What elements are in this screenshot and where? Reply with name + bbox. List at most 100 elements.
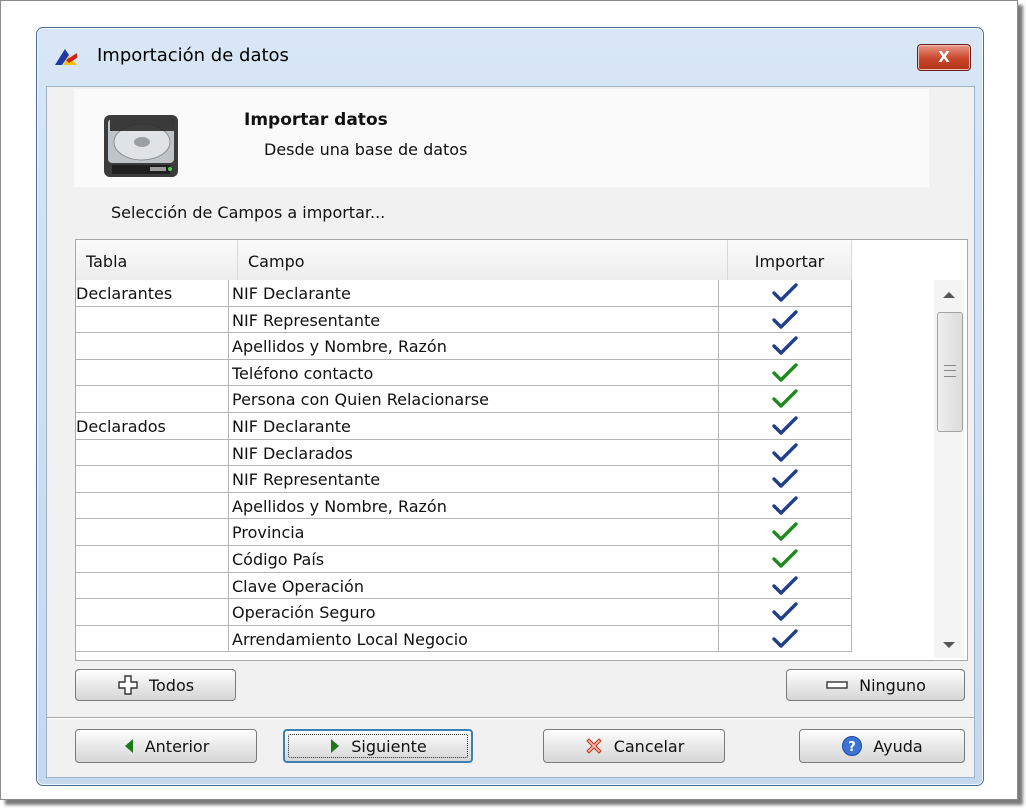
import-dialog: Importación de datos X Importar datos De… xyxy=(36,27,984,786)
cancel-x-icon xyxy=(585,738,602,754)
checkmark-icon[interactable] xyxy=(771,495,799,517)
cell-campo: Apellidos y Nombre, Razón xyxy=(229,333,719,360)
table-row[interactable]: NIF Declarados xyxy=(76,439,852,467)
table-row[interactable]: Persona con Quien Relacionarse xyxy=(76,386,852,413)
cell-campo: Código País xyxy=(229,545,719,573)
help-icon: ? xyxy=(842,736,863,756)
cell-tabla xyxy=(76,333,229,360)
fields-table: Tabla Campo Importar Declarantes NIF Decl… xyxy=(75,239,968,661)
checkmark-icon[interactable] xyxy=(771,309,799,331)
table-row[interactable]: Apellidos y Nombre, Razón xyxy=(76,492,852,520)
checkmark-icon[interactable] xyxy=(771,282,799,304)
checkmark-icon[interactable] xyxy=(771,442,799,464)
cell-campo: Apellidos y Nombre, Razón xyxy=(229,492,719,520)
wizard-header: Importar datos Desde una base de datos xyxy=(74,89,929,187)
checkmark-icon[interactable] xyxy=(771,415,799,437)
cell-importar[interactable] xyxy=(719,545,852,573)
cancel-button[interactable]: Cancelar xyxy=(543,729,725,763)
column-header-tabla[interactable]: Tabla xyxy=(76,240,238,280)
table-row[interactable]: Apellidos y Nombre, Razón xyxy=(76,333,852,360)
cell-tabla xyxy=(76,386,229,413)
checkmark-icon[interactable] xyxy=(771,521,799,543)
header-subtitle: Desde una base de datos xyxy=(264,140,468,159)
table-row[interactable]: Arrendamiento Local Negocio xyxy=(76,625,852,653)
cell-tabla xyxy=(76,625,229,653)
checkmark-icon[interactable] xyxy=(771,388,799,410)
cell-tabla xyxy=(76,359,229,387)
arrow-right-icon xyxy=(331,739,340,753)
cell-campo: Teléfono contacto xyxy=(229,359,719,387)
cell-campo: Clave Operación xyxy=(229,572,719,600)
help-button[interactable]: ? Ayuda xyxy=(799,729,965,763)
checkmark-icon[interactable] xyxy=(771,601,799,623)
app-logo-icon xyxy=(55,49,77,65)
window-title: Importación de datos xyxy=(97,45,289,66)
cell-importar[interactable] xyxy=(719,492,852,520)
table-header: Tabla Campo Importar xyxy=(76,240,852,280)
select-none-button[interactable]: Ninguno xyxy=(786,669,965,701)
cell-importar[interactable] xyxy=(719,306,852,334)
select-all-label: Todos xyxy=(148,675,195,695)
cell-tabla: Declarantes xyxy=(76,280,229,307)
remove-icon xyxy=(826,681,848,689)
separator xyxy=(47,717,974,719)
checkmark-icon[interactable] xyxy=(771,628,799,650)
column-header-campo[interactable]: Campo xyxy=(238,240,728,280)
table-row[interactable]: Declarados NIF Declarante xyxy=(76,412,852,440)
next-label: Siguiente xyxy=(351,736,427,756)
help-label: Ayuda xyxy=(873,736,923,756)
cell-importar[interactable] xyxy=(719,280,852,307)
cell-campo: Persona con Quien Relacionarse xyxy=(229,386,719,413)
table-row[interactable]: Teléfono contacto xyxy=(76,359,852,387)
checkmark-icon[interactable] xyxy=(771,575,799,597)
cell-tabla xyxy=(76,545,229,573)
cell-campo: NIF Representante xyxy=(229,306,719,334)
previous-button[interactable]: Anterior xyxy=(75,729,257,763)
checkmark-icon[interactable] xyxy=(771,468,799,490)
cell-tabla xyxy=(76,519,229,546)
checkmark-icon[interactable] xyxy=(771,362,799,384)
scroll-down-icon[interactable] xyxy=(943,642,955,648)
cell-campo: NIF Representante xyxy=(229,466,719,493)
cell-tabla xyxy=(76,572,229,600)
dialog-body: Importar datos Desde una base de datos S… xyxy=(46,86,975,778)
cell-tabla: Declarados xyxy=(76,412,229,440)
table-row[interactable]: NIF Representante xyxy=(76,466,852,493)
vertical-scrollbar[interactable] xyxy=(934,280,964,658)
table-row[interactable]: Código País xyxy=(76,545,852,573)
cell-importar[interactable] xyxy=(719,412,852,440)
title-bar[interactable]: Importación de datos X xyxy=(37,28,983,86)
cell-tabla xyxy=(76,439,229,467)
grip-icon xyxy=(944,365,956,377)
cell-importar[interactable] xyxy=(719,625,852,653)
cell-importar[interactable] xyxy=(719,386,852,413)
close-button[interactable]: X xyxy=(917,44,971,71)
table-row[interactable]: Declarantes NIF Declarante xyxy=(76,280,852,307)
cell-tabla xyxy=(76,599,229,626)
cell-campo: NIF Declarados xyxy=(229,439,719,467)
cell-campo: NIF Declarante xyxy=(229,280,719,307)
add-icon xyxy=(118,675,138,695)
table-row[interactable]: Clave Operación xyxy=(76,572,852,600)
table-row[interactable]: Operación Seguro xyxy=(76,599,852,626)
checkmark-icon[interactable] xyxy=(771,548,799,570)
hard-disk-icon xyxy=(104,115,178,177)
cell-importar[interactable] xyxy=(719,519,852,546)
cell-importar[interactable] xyxy=(719,599,852,626)
cell-importar[interactable] xyxy=(719,333,852,360)
select-all-button[interactable]: Todos xyxy=(75,669,236,701)
next-button[interactable]: Siguiente xyxy=(283,729,473,763)
table-row[interactable]: NIF Representante xyxy=(76,306,852,334)
scroll-up-icon[interactable] xyxy=(943,292,955,298)
cell-campo: Arrendamiento Local Negocio xyxy=(229,625,719,653)
scroll-thumb[interactable] xyxy=(937,312,963,432)
cell-importar[interactable] xyxy=(719,359,852,387)
cell-importar[interactable] xyxy=(719,572,852,600)
cancel-label: Cancelar xyxy=(613,736,685,756)
cell-importar[interactable] xyxy=(719,439,852,467)
table-row[interactable]: Provincia xyxy=(76,519,852,546)
checkmark-icon[interactable] xyxy=(771,335,799,357)
section-label: Selección de Campos a importar... xyxy=(111,203,386,222)
column-header-importar[interactable]: Importar xyxy=(728,240,852,280)
cell-importar[interactable] xyxy=(719,466,852,493)
